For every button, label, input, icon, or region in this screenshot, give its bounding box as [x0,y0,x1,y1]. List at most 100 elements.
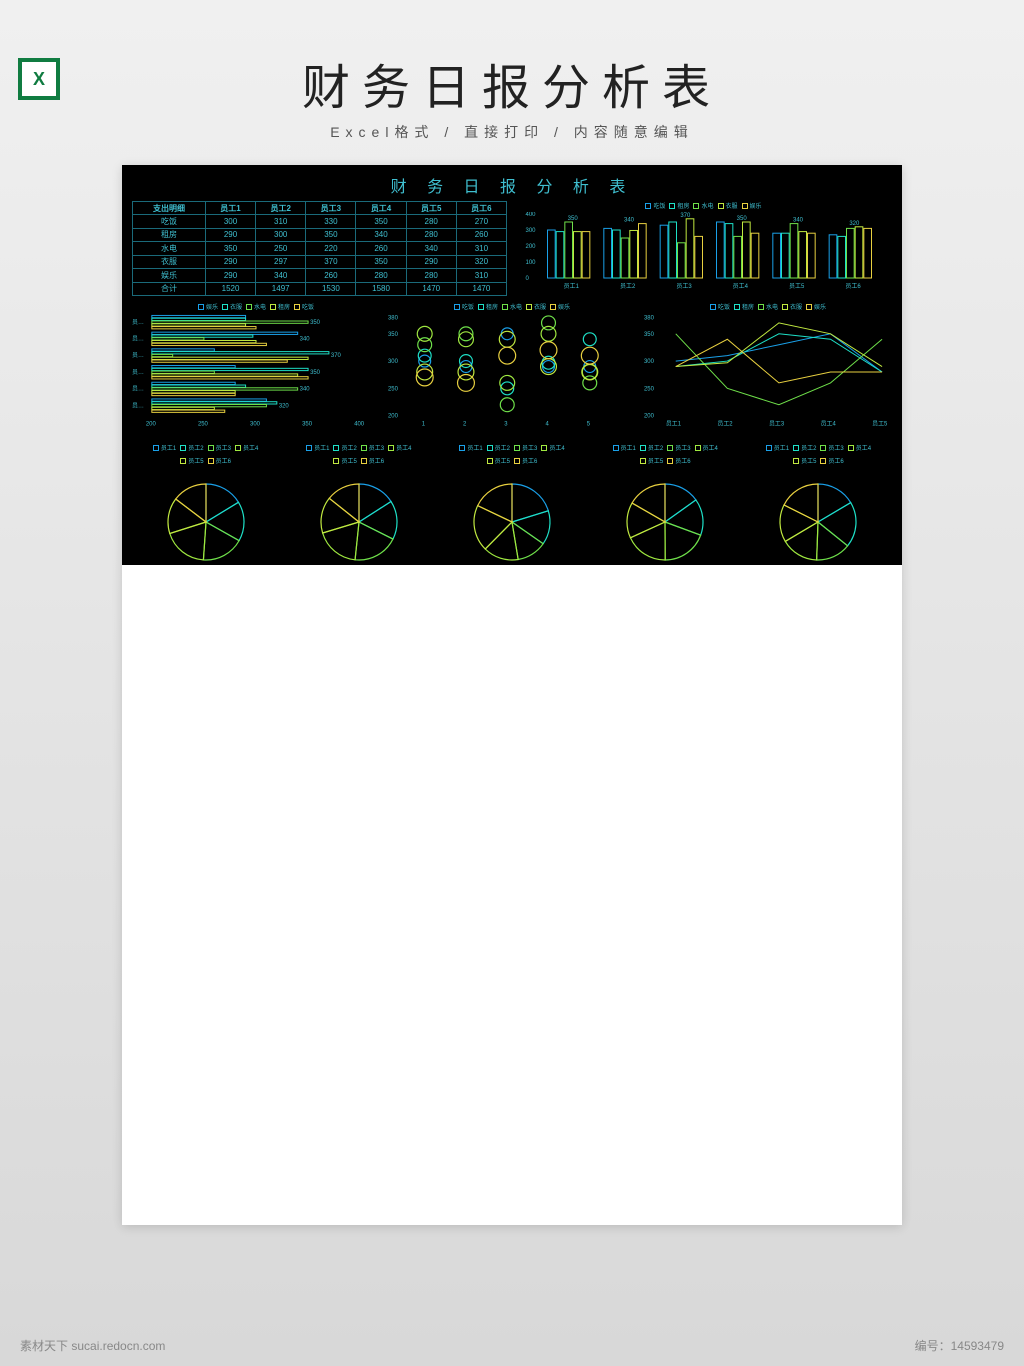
svg-text:100: 100 [526,260,537,266]
table-row: 娱乐290340260280280310 [133,269,507,283]
table-row: 水电350250220260340310 [133,242,507,256]
svg-text:380: 380 [644,315,655,321]
legend-item: 员工6 [820,456,843,465]
svg-text:员…: 员… [132,369,144,376]
bubble-chart: 吃饭租房水电衣服娱乐 20025030035038012345 [388,302,636,437]
table-corner: 支出明细 [133,202,206,215]
legend-item: 员工2 [487,443,510,452]
legend-item: 水电 [246,302,266,311]
svg-text:员工4: 员工4 [733,283,749,290]
svg-text:5: 5 [587,422,591,428]
legend-item: 吃饭 [710,302,730,311]
legend-item: 租房 [669,201,689,210]
footer-right: 编号：14593479 [915,1337,1004,1354]
svg-text:员…: 员… [132,335,144,342]
page-subtitle: Excel格式 / 直接打印 / 内容随意编辑 [0,122,1024,142]
legend-item: 衣服 [222,302,242,311]
svg-text:200: 200 [526,244,537,250]
legend-item: 员工4 [388,443,411,452]
svg-text:员工1: 员工1 [564,283,580,290]
svg-text:0: 0 [526,276,530,282]
legend-item: 员工4 [541,443,564,452]
svg-text:员工4: 员工4 [821,421,837,428]
footer-id: 14593479 [951,1339,1004,1353]
svg-text:员工2: 员工2 [717,421,732,428]
legend-item: 员工6 [514,456,537,465]
legend-item: 员工5 [640,456,663,465]
legend-item: 吃饭 [454,302,474,311]
legend-item: 租房 [734,302,754,311]
svg-text:320: 320 [279,403,290,409]
legend-item: 员工1 [613,443,636,452]
svg-text:320: 320 [849,221,860,227]
svg-text:200: 200 [146,422,157,428]
legend-item: 员工3 [208,443,231,452]
legend-item: 娱乐 [806,302,826,311]
svg-text:350: 350 [644,332,655,338]
footer-brand: 素材天下 [20,1339,68,1353]
svg-text:350: 350 [737,216,748,222]
table-col-header: 员工4 [356,202,406,215]
svg-text:350: 350 [310,370,321,376]
pie-chart: 员工1员工2员工3员工4员工5员工6 [285,443,432,578]
legend-item: 员工3 [514,443,537,452]
svg-text:350: 350 [388,332,399,338]
legend-item: 员工4 [695,443,718,452]
legend-item: 吃饭 [294,302,314,311]
svg-text:250: 250 [198,422,209,428]
svg-text:350: 350 [302,422,313,428]
page-footer: 素材天下 sucai.redocn.com 编号：14593479 [0,1337,1024,1354]
table-col-header: 员工6 [456,202,506,215]
legend-item: 衣服 [526,302,546,311]
legend-item: 员工3 [361,443,384,452]
legend-item: 水电 [693,201,713,210]
svg-text:3: 3 [504,422,508,428]
svg-text:200: 200 [388,414,399,420]
legend-item: 员工5 [180,456,203,465]
line-chart: 吃饭租房水电衣服娱乐 200250300350380员工1员工2员工3员工4员工… [644,302,892,437]
svg-text:员…: 员… [132,402,144,409]
svg-text:300: 300 [250,422,261,428]
dashboard-title: 财 务 日 报 分 析 表 [132,173,892,197]
legend-item: 员工1 [766,443,789,452]
table-col-header: 员工3 [306,202,356,215]
grouped-bar-chart: 吃饭租房水电衣服娱乐 0100200300400350员工1340员工2370员… [515,201,892,296]
legend-item: 员工1 [306,443,329,452]
table-row: 衣服290297370350290320 [133,255,507,269]
svg-text:300: 300 [526,228,537,234]
legend-item: 员工2 [640,443,663,452]
legend-item: 员工6 [208,456,231,465]
pie-chart: 员工1 员工2 员工3 员工4 员工5 员工6 [438,443,585,578]
svg-text:300: 300 [644,359,655,365]
dashboard: 财 务 日 报 分 析 表 支出明细员工1员工2员工3员工4员工5员工6 吃饭3… [122,165,902,565]
legend-item: 员工3 [820,443,843,452]
svg-text:370: 370 [680,213,691,219]
table-row: 租房290300350340280260 [133,228,507,242]
svg-text:2: 2 [463,422,466,428]
legend-item: 员工6 [361,456,384,465]
svg-text:340: 340 [300,336,311,342]
legend-item: 娱乐 [550,302,570,311]
svg-text:340: 340 [624,218,635,224]
svg-text:400: 400 [354,422,365,428]
svg-text:1: 1 [422,422,426,428]
svg-text:380: 380 [388,315,399,321]
svg-text:400: 400 [526,212,537,218]
svg-text:员…: 员… [132,352,144,359]
legend-item: 员工6 [667,456,690,465]
svg-text:员工1: 员工1 [666,421,682,428]
svg-text:员工6: 员工6 [845,283,861,290]
legend-item: 员工1 [459,443,482,452]
legend-item: 员工5 [487,456,510,465]
svg-text:4: 4 [546,422,550,428]
legend-item: 员工4 [235,443,258,452]
legend-item: 员工1 [153,443,176,452]
svg-text:员工3: 员工3 [769,421,785,428]
table-row: 吃饭300310330350280270 [133,215,507,229]
pie-chart-row: 员工1员工2员工3员工4员工5员工6员工1员工2员工3员工4员工5员工6员工1员… [132,443,892,578]
table-col-header: 员工5 [406,202,456,215]
table-col-header: 员工1 [205,202,255,215]
svg-text:250: 250 [388,386,399,392]
legend-item: 衣服 [782,302,802,311]
legend-item: 吃饭 [645,201,665,210]
